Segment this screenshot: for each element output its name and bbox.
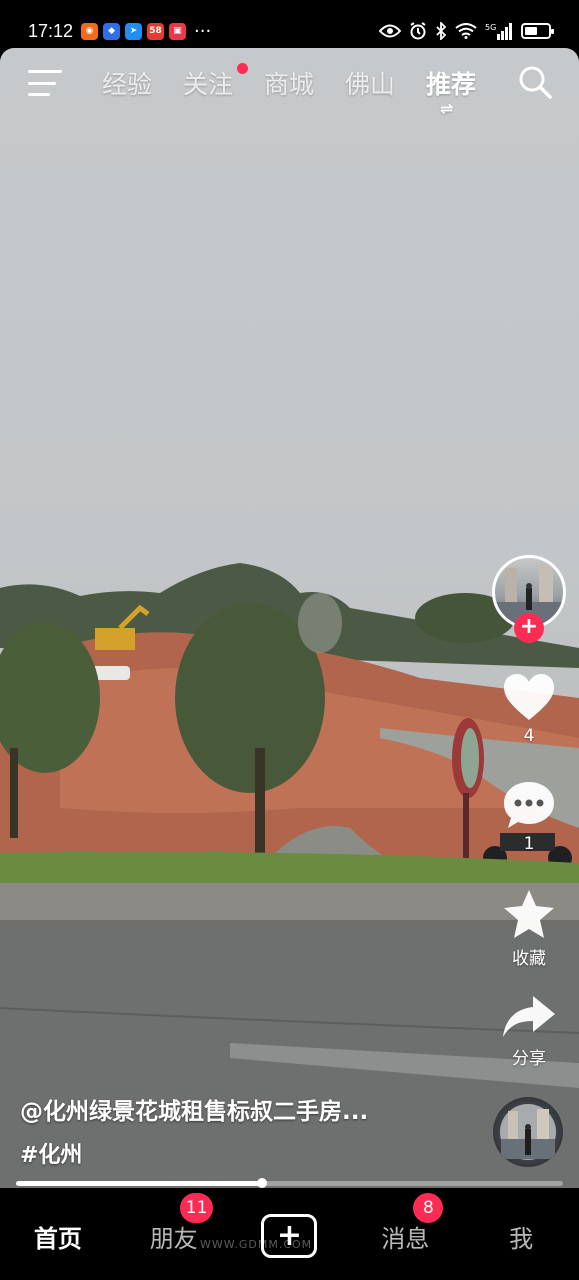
wifi-icon (455, 23, 477, 39)
messages-badge: 8 (413, 1192, 444, 1223)
nav-tabs: 经验 关注 商城 佛山 推荐 ⇌ (102, 63, 507, 118)
video-hashtag[interactable]: #化州 (20, 1137, 82, 1169)
creator-avatar-group: + (491, 555, 567, 643)
swap-icon: ⇌ (440, 99, 454, 118)
favorite-action[interactable]: 收藏 (499, 888, 559, 969)
bottom-nav: 首页 朋友 11 + 消息 8 我 (0, 1192, 579, 1280)
tab-foshan[interactable]: 佛山 (345, 65, 426, 101)
nav-home[interactable]: 首页 (0, 1219, 116, 1254)
share-action[interactable]: 分享 (499, 994, 559, 1069)
red-app-icon: ▣ (169, 22, 187, 40)
status-app-icons: ◉ ◆ ➤ 58 ▣ (81, 22, 187, 40)
comment-action[interactable]: 1 (499, 780, 559, 854)
new-content-dot (237, 63, 248, 74)
menu-icon[interactable] (28, 70, 62, 96)
video-progress-fill (16, 1181, 263, 1186)
tab-recommend-label: 推荐 (426, 70, 477, 99)
comment-icon (504, 782, 554, 828)
network-type: 5G (485, 23, 496, 32)
bluetooth-icon (436, 22, 447, 40)
status-indicators: 5G (379, 22, 554, 40)
blue-shield-app-icon: ◆ (103, 22, 121, 40)
watermark: WWW.GDMM.COM (200, 1238, 313, 1251)
favorite-label: 收藏 (512, 949, 546, 969)
like-action[interactable]: 4 (499, 672, 559, 746)
top-nav: 经验 关注 商城 佛山 推荐 ⇌ (0, 48, 579, 118)
nav-messages-label: 消息 (381, 1224, 430, 1253)
comment-count: 1 (523, 834, 535, 854)
nav-create[interactable]: + (232, 1214, 348, 1258)
like-count: 4 (523, 726, 535, 746)
nav-messages[interactable]: 消息 8 (347, 1192, 463, 1254)
orange-app-icon: ◉ (81, 22, 99, 40)
alarm-icon (410, 22, 426, 40)
nav-friends-label: 朋友 (149, 1224, 198, 1253)
video-author[interactable]: @化州绿景花城租售标叔二手房... (20, 1092, 368, 1126)
tab-mall[interactable]: 商城 (264, 65, 345, 101)
create-button[interactable]: + (261, 1214, 318, 1258)
star-icon (504, 890, 554, 938)
share-label: 分享 (512, 1049, 546, 1069)
heart-icon (504, 674, 554, 720)
search-icon[interactable] (517, 64, 553, 100)
tab-recommend[interactable]: 推荐 ⇌ (426, 65, 507, 118)
signal-icon: 5G (485, 23, 512, 40)
eye-icon (379, 24, 401, 38)
tab-following-label: 关注 (183, 70, 234, 99)
status-more: ··· (194, 20, 212, 42)
tab-experience[interactable]: 经验 (102, 65, 183, 101)
music-disc-cover (500, 1104, 556, 1160)
battery-level (525, 27, 538, 35)
tab-following[interactable]: 关注 (183, 63, 264, 101)
video-progress-bar[interactable] (16, 1178, 563, 1188)
nav-me[interactable]: 我 (463, 1219, 579, 1254)
58-app-icon: 58 (147, 22, 165, 40)
share-arrow-icon (503, 996, 555, 1037)
follow-button[interactable]: + (514, 613, 544, 643)
friends-badge: 11 (179, 1192, 214, 1223)
battery-icon (521, 23, 554, 39)
status-time: 17:12 (28, 20, 74, 41)
blue-arrow-app-icon: ➤ (125, 22, 143, 40)
music-disc[interactable] (493, 1097, 563, 1167)
